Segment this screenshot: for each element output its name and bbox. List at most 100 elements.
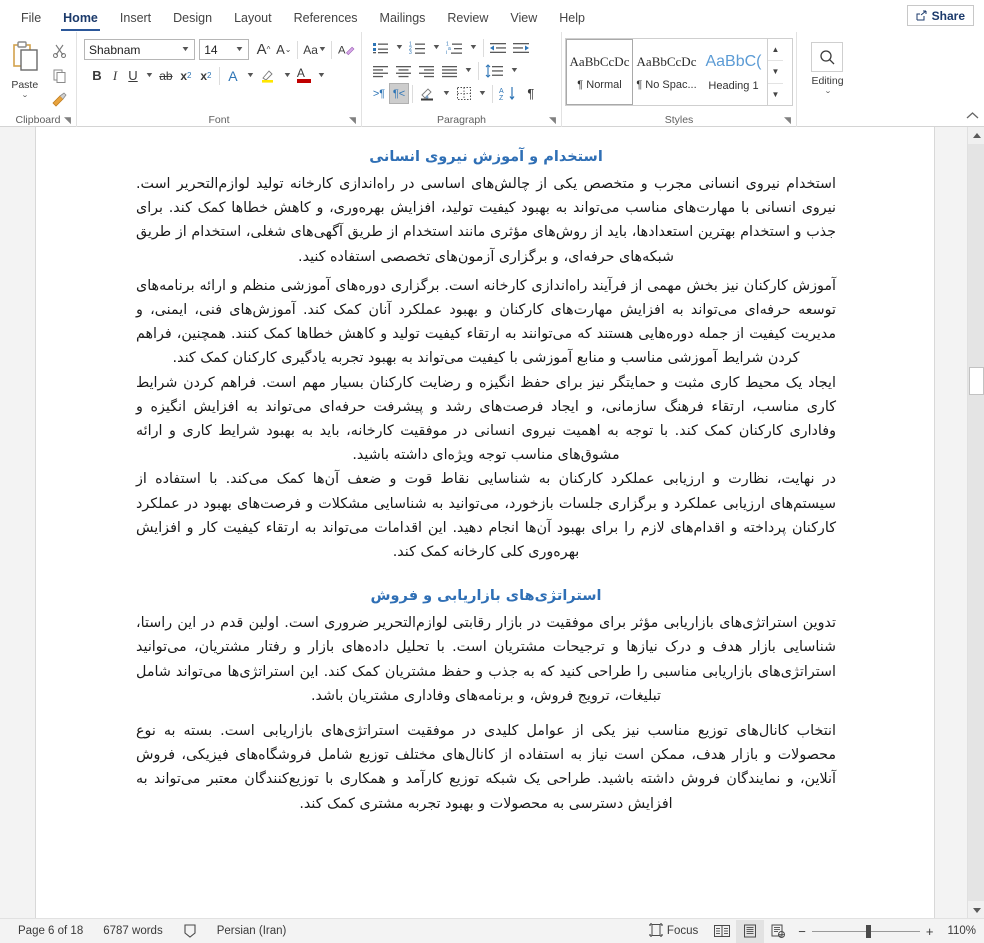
web-layout-button[interactable] — [764, 920, 792, 943]
tab-mailings[interactable]: Mailings — [369, 6, 437, 32]
tab-help[interactable]: Help — [548, 6, 596, 32]
numbering-dropdown[interactable]: ▼ — [429, 37, 443, 58]
tab-file[interactable]: File — [10, 6, 52, 32]
sort-button[interactable]: AZ — [496, 83, 521, 104]
tab-insert-label: Insert — [119, 11, 152, 25]
bullets-dropdown[interactable]: ▼ — [392, 37, 406, 58]
share-button[interactable]: Share — [906, 5, 974, 26]
grow-font-button[interactable]: A ^ — [254, 39, 274, 60]
style-item-normal[interactable]: AaBbCcDc ¶ Normal — [566, 39, 633, 105]
scroll-up-button[interactable] — [968, 127, 984, 144]
format-painter-button[interactable] — [48, 89, 71, 110]
paste-caret-icon[interactable]: ⌄ — [21, 91, 29, 99]
chevron-down-icon[interactable]: ▼ — [230, 46, 248, 53]
shading-dropdown[interactable]: ▼ — [439, 83, 453, 104]
show-formatting-marks-button[interactable]: ¶ — [521, 83, 541, 104]
borders-dropdown[interactable]: ▼ — [475, 83, 489, 104]
text-effects-button[interactable]: A — [223, 65, 243, 86]
zoom-control[interactable]: − + 110% — [792, 924, 976, 939]
change-case-button[interactable]: Aa ▼ — [301, 39, 328, 60]
style-item-no-spacing[interactable]: AaBbCcDc ¶ No Spac... — [633, 39, 700, 105]
print-layout-button[interactable] — [736, 919, 765, 943]
multilevel-list-button[interactable]: 1ai — [443, 37, 466, 58]
font-size-combobox[interactable]: 14 ▼ — [199, 39, 249, 60]
proofing-errors-icon[interactable] — [173, 924, 207, 938]
clear-formatting-button[interactable]: A — [335, 39, 358, 60]
paste-button[interactable]: Paste ⌄ — [3, 36, 47, 110]
text-effects-dropdown[interactable]: ▼ — [243, 65, 257, 86]
clipboard-dialog-launcher[interactable]: ◥ — [64, 116, 73, 125]
strikethrough-button[interactable]: ab — [156, 65, 176, 86]
rtl-text-direction-button[interactable]: ¶< — [389, 83, 409, 104]
paragraph-dialog-launcher[interactable]: ◥ — [549, 116, 558, 125]
underline-dropdown[interactable]: ▼ — [142, 65, 156, 86]
vertical-scrollbar[interactable] — [967, 127, 984, 918]
tab-view[interactable]: View — [499, 6, 548, 32]
underline-button[interactable]: U — [124, 65, 142, 86]
subscript-button[interactable]: x2 — [176, 65, 196, 86]
bullets-button[interactable] — [369, 37, 392, 58]
paragraph-6: انتخاب کانال‌های توزیع مناسب نیز یکی از … — [136, 723, 836, 812]
tab-layout[interactable]: Layout — [223, 6, 283, 32]
font-color-button[interactable]: A — [294, 65, 314, 86]
tab-references[interactable]: References — [283, 6, 369, 32]
justify-dropdown[interactable]: ▼ — [461, 60, 475, 81]
bold-button[interactable]: B — [88, 65, 106, 86]
subscript-index: 2 — [187, 71, 192, 80]
increase-indent-button[interactable] — [510, 37, 533, 58]
share-label: Share — [931, 8, 965, 23]
zoom-level-label[interactable]: 110% — [939, 925, 976, 937]
copy-button[interactable] — [49, 65, 70, 86]
text-highlight-dropdown[interactable]: ▼ — [280, 65, 294, 86]
styles-dialog-launcher[interactable]: ◥ — [784, 116, 793, 125]
zoom-slider-knob[interactable] — [865, 924, 871, 938]
zoom-out-button[interactable]: − — [798, 924, 806, 939]
ltr-text-direction-button[interactable]: >¶ — [369, 83, 389, 104]
scroll-down-button[interactable] — [968, 901, 984, 918]
align-center-button[interactable] — [392, 60, 415, 81]
superscript-button[interactable]: x2 — [196, 65, 216, 86]
styles-scroll-down-button[interactable]: ▼ — [768, 61, 783, 84]
focus-mode-button[interactable]: Focus — [639, 922, 708, 940]
scrollbar-track[interactable] — [968, 144, 984, 901]
styles-more-button[interactable]: ▼ — [768, 84, 783, 105]
justify-button[interactable] — [438, 60, 461, 81]
shading-button[interactable] — [416, 83, 439, 104]
decrease-indent-button[interactable] — [487, 37, 510, 58]
shrink-font-button[interactable]: A ⌄ — [274, 39, 294, 60]
line-spacing-dropdown[interactable]: ▼ — [507, 60, 521, 81]
styles-group-label: Styles — [664, 114, 694, 126]
read-mode-button[interactable] — [708, 920, 736, 943]
collapse-ribbon-button[interactable] — [966, 111, 979, 123]
status-page-number[interactable]: Page 6 of 18 — [8, 925, 93, 937]
tab-design[interactable]: Design — [162, 6, 223, 32]
cut-button[interactable] — [49, 40, 70, 61]
tab-insert[interactable]: Insert — [109, 6, 162, 32]
borders-button[interactable] — [453, 83, 475, 104]
styles-scroll-up-button[interactable]: ▲ — [768, 39, 783, 62]
italic-button[interactable]: I — [106, 65, 124, 86]
document-canvas[interactable]: استخدام و آموزش نیروی انسانی استخدام نیر… — [0, 127, 967, 918]
document-page[interactable]: استخدام و آموزش نیروی انسانی استخدام نیر… — [35, 127, 935, 918]
tab-home[interactable]: Home — [52, 6, 109, 32]
tab-review[interactable]: Review — [436, 6, 499, 32]
editing-caret-icon[interactable]: ⌄ — [824, 87, 832, 95]
zoom-in-button[interactable]: + — [926, 924, 934, 939]
chevron-down-icon[interactable]: ▼ — [177, 46, 195, 53]
multilevel-list-dropdown[interactable]: ▼ — [466, 37, 480, 58]
status-word-count[interactable]: 6787 words — [93, 925, 172, 937]
style-name-normal: ¶ Normal — [577, 78, 622, 91]
font-dialog-launcher[interactable]: ◥ — [349, 116, 358, 125]
font-name-combobox[interactable]: Shabnam ▼ — [84, 39, 196, 60]
font-color-dropdown[interactable]: ▼ — [314, 65, 328, 86]
zoom-slider[interactable] — [811, 924, 920, 938]
numbering-button[interactable]: 123 — [406, 37, 429, 58]
status-language[interactable]: Persian (Iran) — [207, 925, 297, 937]
editing-button[interactable]: Editing ⌄ — [811, 36, 844, 95]
line-spacing-button[interactable] — [482, 60, 507, 81]
style-item-heading-1[interactable]: AaBbC( Heading 1 — [700, 39, 767, 105]
align-left-button[interactable] — [369, 60, 392, 81]
align-right-button[interactable] — [415, 60, 438, 81]
text-highlight-button[interactable] — [257, 65, 280, 86]
scrollbar-thumb[interactable] — [969, 367, 984, 395]
